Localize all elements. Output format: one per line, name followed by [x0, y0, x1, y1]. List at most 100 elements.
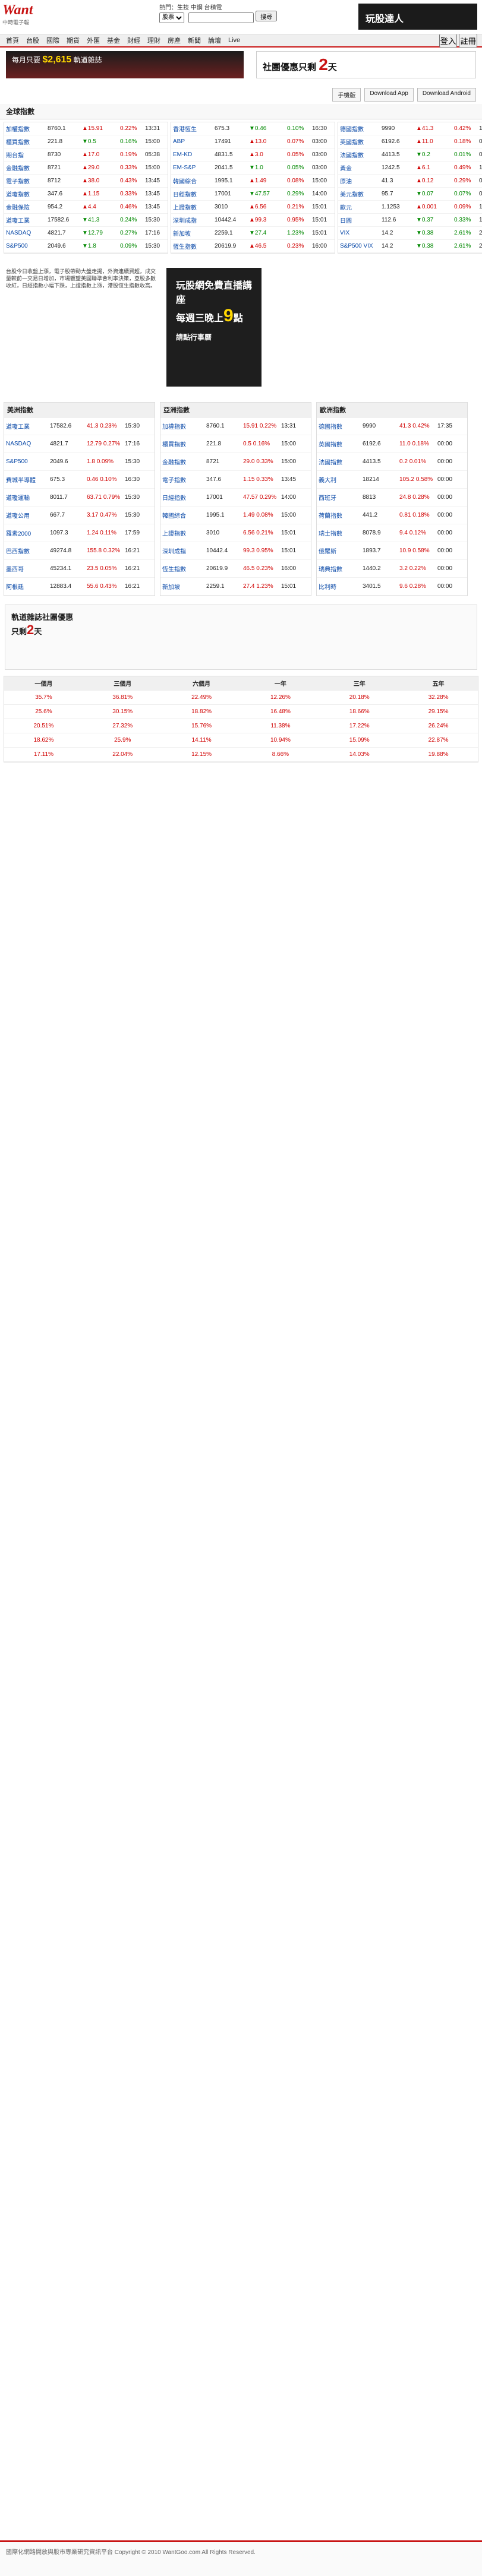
index-name[interactable]: 德國指數	[319, 422, 363, 431]
quote-name[interactable]: 恆生指數	[173, 242, 215, 251]
index-name[interactable]: 道瓊運輸	[6, 493, 50, 502]
panel-row[interactable]: 俄羅斯 1893.7 10.9 0.58% 00:00	[317, 542, 467, 560]
panel-row[interactable]: 道瓊工業 17582.6 41.3 0.23% 15:30	[4, 417, 155, 435]
panel-row[interactable]: 德國指數 9990 41.3 0.42% 17:35	[317, 417, 467, 435]
index-name[interactable]: 荷蘭指數	[319, 511, 363, 520]
quote-row[interactable]: 道瓊指數 347.6 ▲1.15 0.33% 13:45	[4, 188, 168, 201]
top-ad[interactable]: 玩股達人	[358, 4, 477, 30]
club-offer-banner[interactable]: 社團優惠只剩 2天	[256, 51, 476, 78]
table-row[interactable]: 18.62% 25.9% 14.11% 10.94% 15.09% 22.87%	[4, 733, 478, 748]
search-type-select[interactable]: 股票	[159, 12, 184, 23]
quote-name[interactable]: 金融保險	[6, 202, 48, 211]
table-row[interactable]: 35.7% 36.81% 22.49% 12.26% 20.18% 32.28%	[4, 691, 478, 705]
nav-item[interactable]: 首頁	[6, 36, 19, 45]
index-name[interactable]: 費城半導體	[6, 475, 50, 484]
ad-cta[interactable]: 請點行事曆	[176, 332, 252, 342]
quote-row[interactable]: 深圳成指 10442.4 ▲99.3 0.95% 15:01	[171, 214, 335, 227]
quote-row[interactable]: 道瓊工業 17582.6 ▼41.3 0.24% 15:30	[4, 214, 168, 227]
panel-row[interactable]: S&P500 2049.6 1.8 0.09% 15:30	[4, 453, 155, 471]
quote-row[interactable]: 加權指數 8760.1 ▲15.91 0.22% 13:31	[4, 122, 168, 135]
subscription-banner[interactable]: 每月只要 $2,615 軌道雜誌	[6, 51, 244, 78]
nav-item[interactable]: 房產	[168, 36, 181, 45]
index-name[interactable]: 義大利	[319, 475, 363, 484]
quote-name[interactable]: 黃金	[340, 163, 382, 172]
quote-row[interactable]: 期台指 8730 ▲17.0 0.19% 05:38	[4, 148, 168, 162]
table-row[interactable]: 17.11% 22.04% 12.15% 8.66% 14.03% 19.88%	[4, 748, 478, 762]
quote-row[interactable]: 櫃買指數 221.8 ▼0.5 0.16% 15:00	[4, 135, 168, 148]
index-name[interactable]: NASDAQ	[6, 441, 50, 447]
search-input[interactable]	[188, 12, 254, 23]
quote-row[interactable]: 日圓112.6 ▼0.37 0.33% 15:10	[338, 214, 482, 227]
quote-row[interactable]: EM-S&P 2041.5 ▼1.0 0.05% 03:00	[171, 162, 335, 175]
index-name[interactable]: 新加坡	[162, 582, 206, 591]
quote-row[interactable]: VIX14.2 ▼0.38 2.61% 23:14	[338, 227, 482, 240]
panel-row[interactable]: 恆生指數 20619.9 46.5 0.23% 16:00	[160, 560, 311, 578]
quote-name[interactable]: 道瓊工業	[6, 216, 48, 224]
panel-row[interactable]: 費城半導體 675.3 0.46 0.10% 16:30	[4, 471, 155, 489]
nav-item[interactable]: 新聞	[188, 36, 201, 45]
mobile-button[interactable]: 手機版	[332, 88, 361, 102]
quote-name[interactable]: S&P500 VIX	[340, 243, 382, 249]
table-row[interactable]: 20.51% 27.32% 15.76% 11.38% 17.22% 26.24%	[4, 719, 478, 733]
index-name[interactable]: 阿根廷	[6, 582, 50, 591]
quote-row[interactable]: 英國指數6192.6 ▲11.0 0.18% 00:00	[338, 135, 482, 148]
quote-name[interactable]: 道瓊指數	[6, 189, 48, 198]
quote-name[interactable]: 日圓	[340, 216, 382, 224]
panel-row[interactable]: 道瓊公用 667.7 3.17 0.47% 15:30	[4, 507, 155, 524]
quote-row[interactable]: 香港恆生 675.3 ▼0.46 0.10% 16:30	[171, 122, 335, 135]
quote-name[interactable]: 韓國綜合	[173, 176, 215, 185]
index-name[interactable]: 比利時	[319, 582, 363, 591]
nav-item[interactable]: 國際	[46, 36, 59, 45]
panel-row[interactable]: 荷蘭指數 441.2 0.81 0.18% 00:00	[317, 507, 467, 524]
panel-row[interactable]: 日經指數 17001 47.57 0.29% 14:00	[160, 489, 311, 507]
index-name[interactable]: 西班牙	[319, 493, 363, 502]
quote-row[interactable]: 美元指數95.7 ▼0.07 0.07% 03:00	[338, 188, 482, 201]
column-header[interactable]: 一個月	[4, 679, 83, 688]
index-name[interactable]: 瑞士指數	[319, 529, 363, 537]
quote-row[interactable]: NASDAQ 4821.7 ▼12.79 0.27% 17:16	[4, 227, 168, 240]
quote-name[interactable]: 原油	[340, 176, 382, 185]
index-name[interactable]: 羅素2000	[6, 529, 50, 537]
index-name[interactable]: 櫃買指數	[162, 439, 206, 448]
panel-row[interactable]: 深圳成指 10442.4 99.3 0.95% 15:01	[160, 542, 311, 560]
quote-row[interactable]: 韓國綜合 1995.1 ▲1.49 0.08% 15:00	[171, 175, 335, 188]
panel-row[interactable]: 新加坡 2259.1 27.4 1.23% 15:01	[160, 578, 311, 596]
nav-item[interactable]: 財經	[127, 36, 140, 45]
panel-row[interactable]: 法國指數 4413.5 0.2 0.01% 00:00	[317, 453, 467, 471]
quote-name[interactable]: 德國指數	[340, 124, 382, 133]
quote-row[interactable]: 法國指數4413.5 ▼0.2 0.01% 00:00	[338, 148, 482, 162]
index-name[interactable]: 日經指數	[162, 493, 206, 502]
quote-name[interactable]: VIX	[340, 230, 382, 236]
column-header[interactable]: 一年	[241, 679, 320, 688]
panel-row[interactable]: 加權指數 8760.1 15.91 0.22% 13:31	[160, 417, 311, 435]
club-offer-ad[interactable]: 軌道雜誌社團優惠 只剩2天	[5, 605, 477, 670]
index-name[interactable]: 墨西哥	[6, 564, 50, 573]
quote-name[interactable]: 英國指數	[340, 137, 382, 146]
nav-item[interactable]: 台股	[26, 36, 39, 45]
index-name[interactable]: S&P500	[6, 458, 50, 465]
index-name[interactable]: 俄羅斯	[319, 546, 363, 555]
quote-row[interactable]: S&P500 VIX14.2 ▼0.38 2.61% 23:14	[338, 240, 482, 253]
quote-name[interactable]: S&P500	[6, 243, 48, 249]
index-name[interactable]: 加權指數	[162, 422, 206, 431]
index-name[interactable]: 深圳成指	[162, 546, 206, 555]
quote-name[interactable]: 期台指	[6, 150, 48, 159]
panel-row[interactable]: 電子指數 347.6 1.15 0.33% 13:45	[160, 471, 311, 489]
quote-name[interactable]: ABP	[173, 138, 215, 145]
table-row[interactable]: 25.6% 30.15% 18.82% 16.48% 18.66% 29.15%	[4, 705, 478, 719]
quote-name[interactable]: 深圳成指	[173, 216, 215, 224]
index-name[interactable]: 瑞典指數	[319, 564, 363, 573]
nav-item[interactable]: 基金	[107, 36, 120, 45]
index-name[interactable]: 韓國綜合	[162, 511, 206, 520]
quote-row[interactable]: 上證指數 3010 ▲6.56 0.21% 15:01	[171, 201, 335, 214]
register-button[interactable]: 註冊	[459, 33, 477, 48]
panel-row[interactable]: 西班牙 8813 24.8 0.28% 00:00	[317, 489, 467, 507]
panel-row[interactable]: 比利時 3401.5 9.6 0.28% 00:00	[317, 578, 467, 596]
quote-row[interactable]: 黃金1242.5 ▲6.1 0.49% 16:00	[338, 162, 482, 175]
quote-name[interactable]: 法國指數	[340, 150, 382, 159]
quote-row[interactable]: 金融保險 954.2 ▲4.4 0.46% 13:45	[4, 201, 168, 214]
quote-row[interactable]: 歐元1.1253 ▲0.001 0.09% 15:10	[338, 201, 482, 214]
quote-name[interactable]: 櫃買指數	[6, 137, 48, 146]
live-lecture-ad[interactable]: 玩股網免費直播講座 每週三晚上9點 請點行事曆	[166, 268, 262, 387]
panel-row[interactable]: 阿根廷 12883.4 55.6 0.43% 16:21	[4, 578, 155, 596]
